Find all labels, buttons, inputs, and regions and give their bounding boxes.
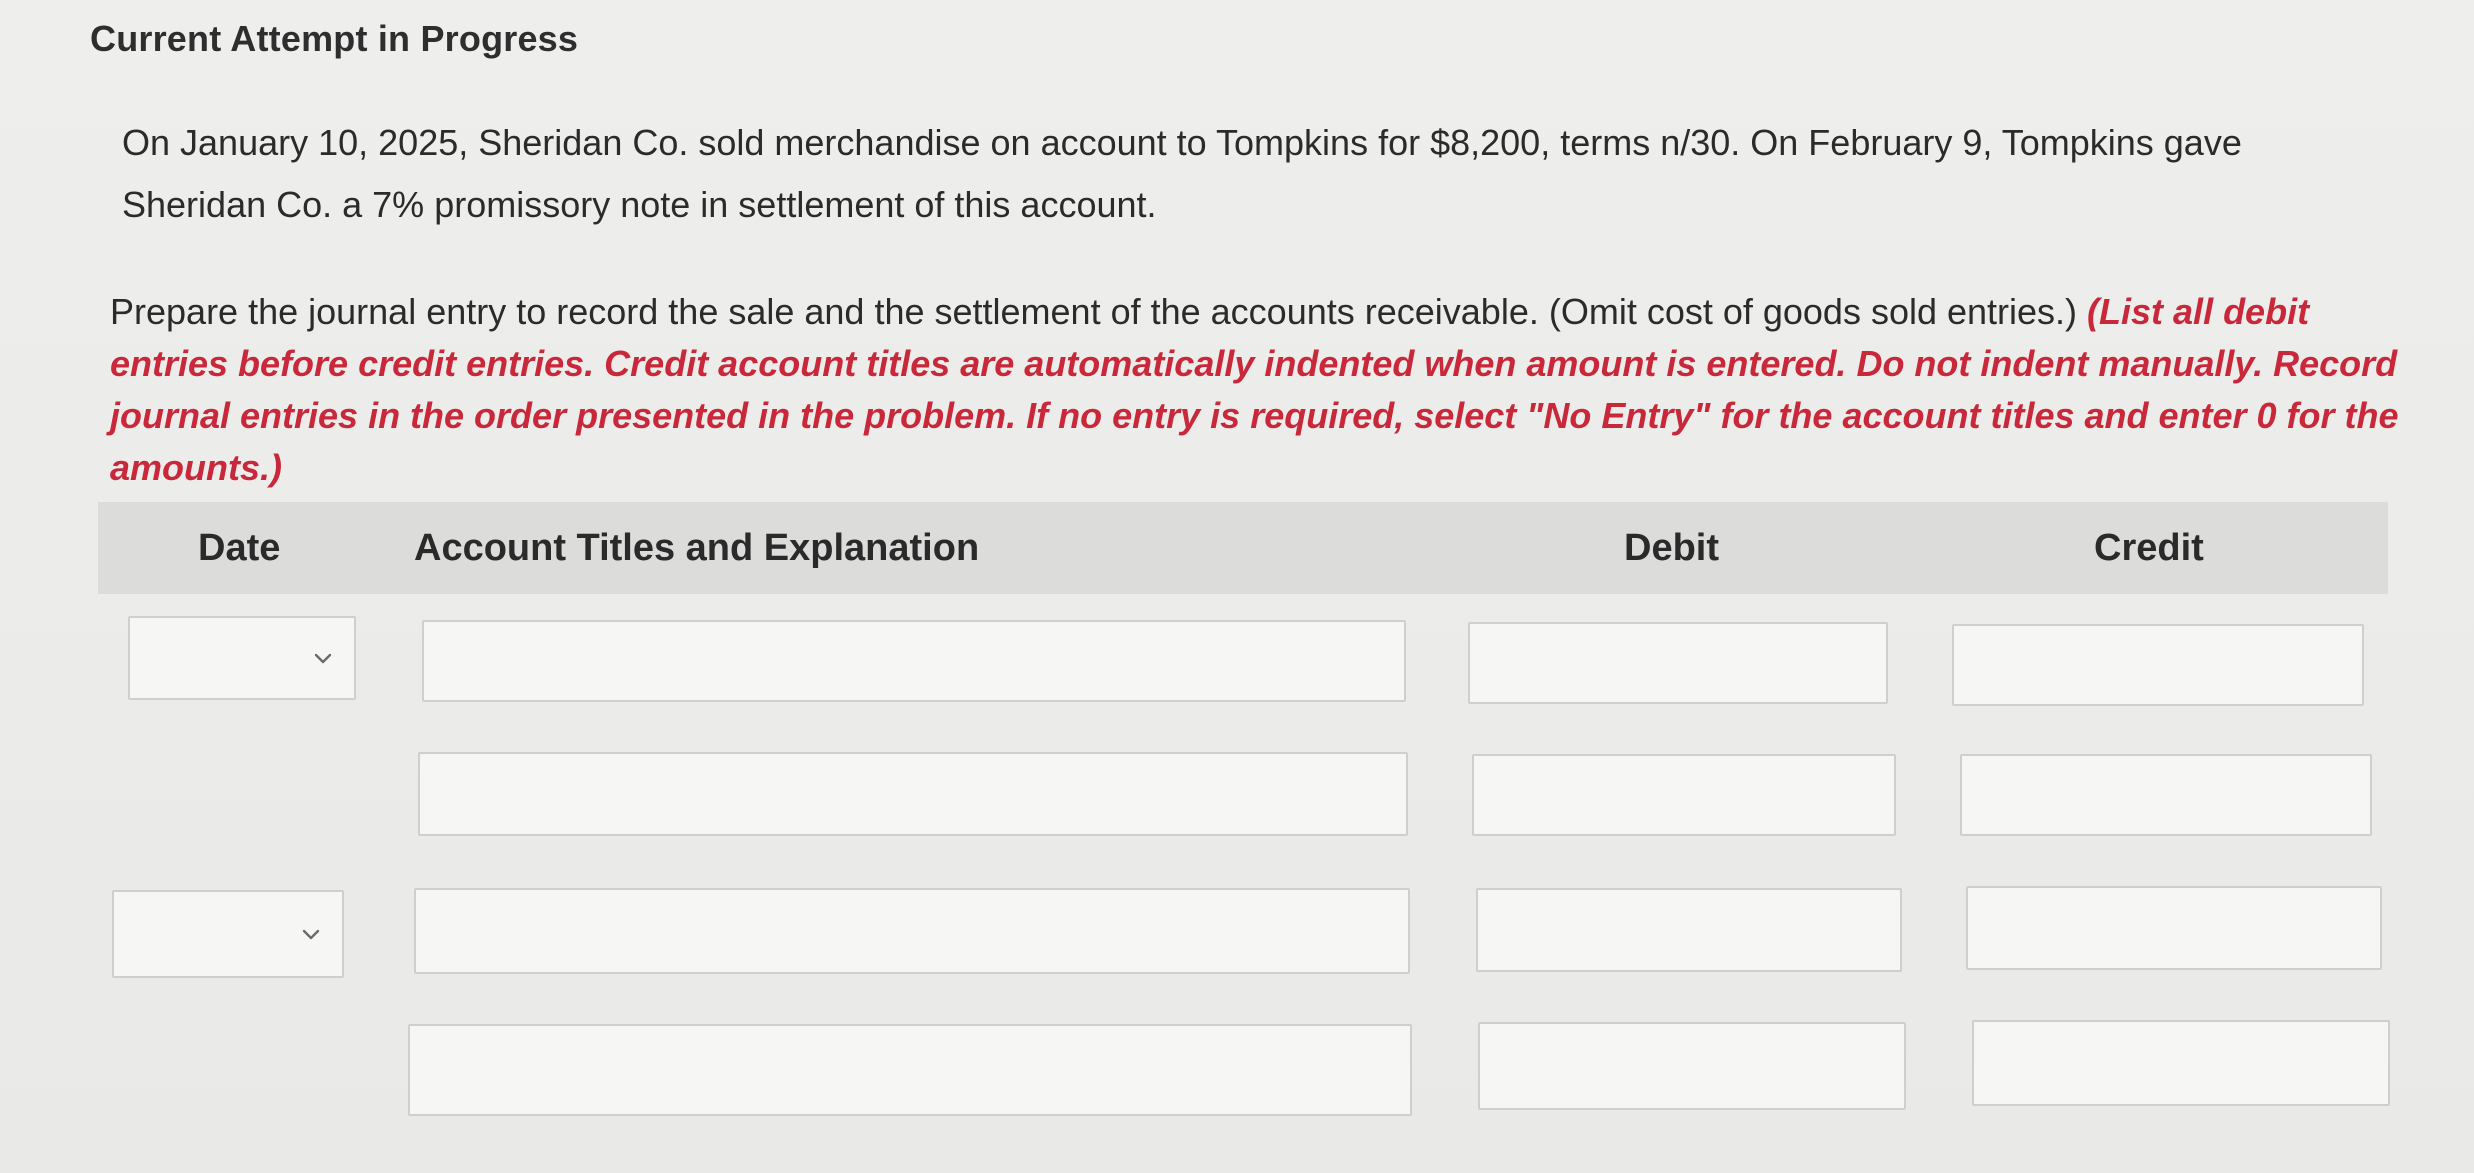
debit-input-row-4[interactable]	[1478, 1022, 1906, 1110]
column-header-date: Date	[198, 527, 281, 569]
account-title-input-row-3[interactable]	[414, 888, 1410, 974]
credit-input-row-4[interactable]	[1972, 1020, 2390, 1106]
account-title-input-row-1[interactable]	[422, 620, 1406, 702]
account-title-input-row-4[interactable]	[408, 1024, 1412, 1116]
debit-input-row-1[interactable]	[1468, 622, 1888, 704]
instructions-main: Prepare the journal entry to record the …	[110, 291, 2088, 332]
chevron-down-icon	[312, 647, 334, 669]
column-header-debit: Debit	[1624, 527, 1719, 569]
column-header-credit: Credit	[2094, 527, 2204, 569]
credit-input-row-1[interactable]	[1952, 624, 2364, 706]
date-select-row-3[interactable]	[112, 890, 344, 978]
credit-input-row-2[interactable]	[1960, 754, 2372, 836]
debit-input-row-2[interactable]	[1472, 754, 1896, 836]
credit-input-row-3[interactable]	[1966, 886, 2382, 970]
problem-statement: On January 10, 2025, Sheridan Co. sold m…	[122, 122, 2242, 225]
column-header-account-titles: Account Titles and Explanation	[414, 527, 980, 569]
page: Current Attempt in Progress On January 1…	[0, 0, 2474, 1173]
account-title-input-row-2[interactable]	[418, 752, 1408, 836]
instructions: Prepare the journal entry to record the …	[110, 286, 2410, 494]
debit-input-row-3[interactable]	[1476, 888, 1902, 972]
chevron-down-icon	[300, 923, 322, 945]
date-select-row-1[interactable]	[128, 616, 356, 700]
page-title: Current Attempt in Progress	[90, 18, 579, 59]
journal-table-header: Date Account Titles and Explanation Debi…	[98, 502, 2388, 594]
